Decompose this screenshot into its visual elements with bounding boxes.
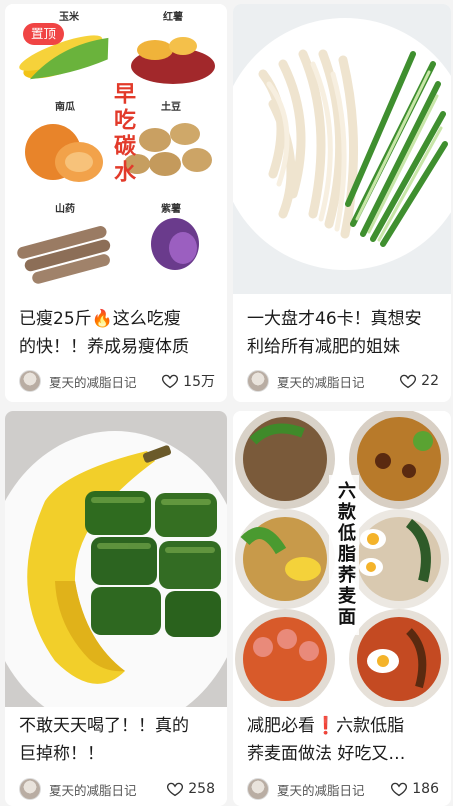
pinned-badge: 置顶 — [23, 23, 65, 45]
like-button[interactable]: 22 — [399, 372, 439, 390]
note-meta: 夏天的减脂日记 186 — [247, 777, 439, 801]
like-count: 22 — [421, 373, 439, 389]
author-avatar[interactable] — [247, 370, 269, 392]
like-count: 258 — [188, 781, 215, 797]
author-name[interactable]: 夏天的减脂日记 — [277, 372, 365, 391]
note-card-1[interactable]: 置顶 玉米 红薯 南瓜 土豆 山药 紫薯 早吃碳水 已瘦25斤🔥这么吃瘦 的快！… — [5, 4, 227, 402]
like-count: 15万 — [183, 374, 215, 390]
like-button[interactable]: 258 — [166, 780, 215, 798]
note-title-line-2: 荞麦面做法 好吃又… — [247, 744, 406, 764]
note-title-line-2: 巨掉称！！ — [19, 744, 104, 764]
note-title-line-2: 的快！！养成易瘦体质 — [19, 337, 189, 357]
food-label-purple-potato: 紫薯 — [161, 204, 181, 215]
author-avatar[interactable] — [19, 370, 41, 392]
note-title-line-1: 已瘦25斤🔥这么吃瘦 — [19, 309, 181, 329]
like-button[interactable]: 186 — [390, 780, 439, 798]
note-title[interactable]: 一大盘才46卡！真想安 利给所有减肥的姐妹 — [247, 305, 439, 361]
food-label-pumpkin: 南瓜 — [55, 102, 75, 113]
note-title-line-2: 利给所有减肥的姐妹 — [247, 337, 400, 357]
heart-outline-icon — [391, 782, 408, 797]
note-meta: 夏天的减脂日记 22 — [247, 369, 439, 393]
note-card-2[interactable]: 一大盘才46卡！真想安 利给所有减肥的姐妹 夏天的减脂日记 22 — [233, 4, 451, 402]
note-card-3[interactable]: 不敢天天喝了！！真的 巨掉称！！ 夏天的减脂日记 258 — [5, 411, 227, 806]
note-title-line-1: 一大盘才46卡！真想安 — [247, 309, 422, 329]
food-label-yam: 山药 — [55, 204, 75, 215]
cover-headline: 早吃碳水 — [110, 82, 135, 186]
cover-headline: 六款低脂荞麦面 — [335, 481, 356, 628]
note-feed: 置顶 玉米 红薯 南瓜 土豆 山药 紫薯 早吃碳水 已瘦25斤🔥这么吃瘦 的快！… — [0, 0, 453, 806]
note-title[interactable]: 减肥必看❗六款低脂 荞麦面做法 好吃又… — [247, 712, 439, 768]
note-cover-image[interactable] — [5, 411, 227, 707]
note-meta: 夏天的减脂日记 15万 — [19, 369, 215, 393]
author-name[interactable]: 夏天的减脂日记 — [277, 780, 365, 799]
food-label-corn: 玉米 — [59, 12, 79, 23]
cover-illustration — [5, 431, 227, 707]
note-cover-image[interactable]: 置顶 玉米 红薯 南瓜 土豆 山药 紫薯 早吃碳水 — [5, 4, 227, 290]
like-button[interactable]: 15万 — [161, 371, 215, 391]
author-avatar[interactable] — [19, 778, 41, 800]
cover-illustration — [233, 18, 451, 270]
note-title-line-1: 减肥必看❗六款低脂 — [247, 716, 405, 736]
note-title[interactable]: 已瘦25斤🔥这么吃瘦 的快！！养成易瘦体质 — [19, 305, 215, 361]
note-title-line-1: 不敢天天喝了！！真的 — [19, 716, 189, 736]
author-name[interactable]: 夏天的减脂日记 — [49, 372, 137, 391]
heart-outline-icon — [167, 782, 184, 797]
heart-outline-icon — [400, 374, 417, 389]
note-cover-image[interactable] — [233, 4, 451, 294]
author-name[interactable]: 夏天的减脂日记 — [49, 780, 137, 799]
note-meta: 夏天的减脂日记 258 — [19, 777, 215, 801]
like-count: 186 — [412, 781, 439, 797]
note-card-4[interactable]: 六款低脂荞麦面 减肥必看❗六款低脂 荞麦面做法 好吃又… 夏天的减脂日记 186 — [233, 411, 451, 806]
heart-outline-icon — [162, 374, 179, 389]
note-cover-image[interactable]: 六款低脂荞麦面 — [233, 411, 451, 707]
food-label-sweet-potato: 红薯 — [163, 12, 183, 23]
author-avatar[interactable] — [247, 778, 269, 800]
food-label-potato: 土豆 — [161, 102, 181, 113]
note-title[interactable]: 不敢天天喝了！！真的 巨掉称！！ — [19, 712, 215, 768]
